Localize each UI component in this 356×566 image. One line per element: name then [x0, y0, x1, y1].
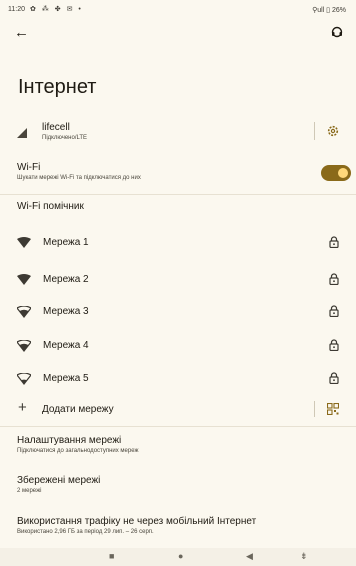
wifi-signal-icon	[17, 373, 31, 385]
network-item[interactable]: Мережа 1	[0, 228, 356, 260]
status-time: 11:20	[8, 6, 25, 13]
back-icon[interactable]: ◀	[246, 551, 253, 562]
qr-scan-icon[interactable]	[327, 403, 339, 415]
home-icon[interactable]: ●	[178, 551, 183, 561]
wifi-switch[interactable]	[321, 165, 351, 181]
lock-icon	[329, 339, 339, 351]
recents-icon[interactable]: ■	[109, 551, 114, 561]
lock-icon	[329, 236, 339, 248]
setting-sub: Підключатися до загальнодоступних мереж	[17, 448, 139, 454]
page-title: Інтернет	[18, 76, 97, 98]
plus-icon: +	[18, 399, 27, 416]
top-app-bar: ←	[0, 22, 356, 46]
navigation-bar: ■ ● ◀ ⇟	[0, 548, 356, 566]
saved-networks-row[interactable]: Збережені мережі 2 мережі	[0, 475, 356, 501]
network-name: Мережа 3	[43, 306, 89, 317]
divider	[0, 194, 356, 195]
network-item[interactable]: Мережа 4	[0, 331, 356, 363]
network-item[interactable]: Мережа 3	[0, 297, 356, 329]
add-network-label: Додати мережу	[42, 404, 114, 415]
setting-label: Збережені мережі	[17, 475, 101, 486]
back-arrow-icon[interactable]: ←	[14, 24, 29, 41]
network-item[interactable]: Мережа 2	[0, 265, 356, 297]
wifi-signal-icon	[17, 340, 31, 352]
lock-icon	[329, 273, 339, 285]
notification-icons: ✿ ⁂ ✤ ✉ •	[30, 6, 83, 13]
wifi-toggle-row[interactable]: Wi-Fi Шукати мережі Wi-Fi та підключатис…	[0, 162, 356, 192]
wifi-label: Wi-Fi	[17, 162, 41, 173]
help-icon[interactable]	[330, 26, 344, 40]
wifi-signal-icon	[17, 274, 31, 285]
divider	[0, 426, 356, 427]
divider	[314, 401, 315, 417]
network-name: Мережа 4	[43, 340, 89, 351]
network-item[interactable]: Мережа 5	[0, 364, 356, 396]
switch-knob	[338, 168, 348, 178]
lock-icon	[329, 372, 339, 384]
setting-sub: Використано 2,96 ГБ за період 29 лип. – …	[17, 529, 154, 535]
network-preferences-row[interactable]: Налаштування мережі Підключатися до зага…	[0, 435, 356, 461]
lock-icon	[329, 305, 339, 317]
wifi-sub: Шукати мережі Wi-Fi та підключатися до н…	[17, 175, 141, 181]
setting-sub: 2 мережі	[17, 488, 42, 494]
wifi-assistant[interactable]: Wi-Fi помічник	[17, 201, 356, 212]
cell-signal-icon	[17, 128, 27, 138]
setting-label: Налаштування мережі	[17, 435, 122, 446]
status-bar: 11:20 ✿ ⁂ ✤ ✉ • ⚲ull ▯ 26%	[0, 0, 356, 18]
carrier-status: Підключено/LTE	[42, 135, 88, 141]
divider	[314, 122, 315, 140]
carrier-name: lifecell	[42, 122, 70, 133]
carrier-row[interactable]: lifecell Підключено/LTE	[0, 118, 356, 148]
add-network-row[interactable]: + Додати мережу	[0, 398, 356, 422]
gear-icon[interactable]	[327, 125, 339, 137]
network-name: Мережа 5	[43, 373, 89, 384]
network-name: Мережа 2	[43, 274, 89, 285]
setting-label: Використання трафіку не через мобільний …	[17, 516, 257, 527]
network-name: Мережа 1	[43, 237, 89, 248]
wifi-signal-icon	[17, 306, 31, 318]
status-indicators: ⚲ull ▯ 26%	[312, 7, 346, 14]
wifi-signal-icon	[17, 237, 31, 248]
keyboard-hide-icon[interactable]: ⇟	[300, 551, 308, 562]
non-mobile-data-usage-row[interactable]: Використання трафіку не через мобільний …	[0, 516, 356, 542]
